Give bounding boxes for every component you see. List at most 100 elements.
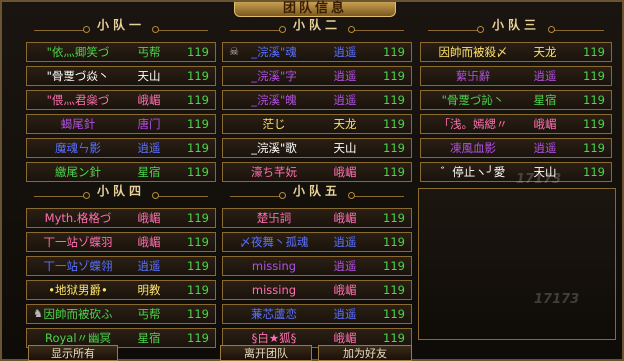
member-level: 119	[187, 117, 209, 131]
member-row[interactable]: 繳尾ン針 星宿 119	[26, 162, 216, 182]
member-level: 119	[383, 45, 405, 59]
member-level: 119	[383, 307, 405, 321]
member-sect: 明教	[137, 283, 161, 297]
member-level: 119	[187, 45, 209, 59]
member-sect: 峨嵋	[333, 283, 357, 297]
member-sect: 星宿	[137, 331, 161, 345]
member-name: Myth.格格づ	[44, 211, 112, 225]
member-row[interactable]: 魔魂ㄣ影 逍遥 119	[26, 138, 216, 158]
member-sect: 逍遥	[533, 69, 557, 83]
header-ornament	[152, 186, 208, 199]
team-panel-2: 小队二 ☠ _浣溪"魂 逍遥 119 _浣溪"字 逍遥 119 _浣溪"魄 逍遥 119 茫じ 天龙 11…	[222, 14, 412, 194]
member-row[interactable]: 丅一站ゾ蝶羽 峨嵋 119	[26, 232, 216, 252]
member-level: 119	[187, 165, 209, 179]
member-level: 119	[583, 93, 605, 107]
member-row[interactable]: missing 峨嵋 119	[222, 280, 412, 300]
member-row[interactable]: 〆夜舞丶孤魂 逍遥 119	[222, 232, 412, 252]
member-sect: 星宿	[137, 165, 161, 179]
member-row[interactable]: 茫じ 天龙 119	[222, 114, 412, 134]
header-ornament	[230, 186, 286, 199]
member-sect: 逍遥	[333, 45, 357, 59]
header-ornament	[230, 20, 286, 33]
member-row[interactable]: 凍風血影 逍遥 119	[420, 138, 612, 158]
watermark: 17173	[534, 292, 580, 307]
member-name: 因帥而被砍ふ	[43, 307, 113, 321]
member-level: 119	[187, 259, 209, 273]
member-name: 蝎尾針	[60, 117, 96, 131]
member-level: 119	[187, 235, 209, 249]
member-name: 凍風血影	[450, 141, 496, 155]
member-sect: 天山	[333, 141, 357, 155]
member-sect: 峨嵋	[333, 331, 357, 345]
member-level: 119	[383, 259, 405, 273]
team-panel-1: 小队一 "依灬卿笑づ 丐帮 119 "骨覂づ焱丶 天山 119 "偎灬君橤づ 峨嵋 119 蝎尾針唐…	[26, 14, 216, 194]
team-panel-3: 小队三 因帥而被殺〆 天龙 119 蕠卐辭 逍遥 119 "骨覂づ訫丶 星宿 119 「浅。嫣緦〃峨…	[420, 14, 612, 194]
member-row[interactable]: "骨覂づ焱丶 天山 119	[26, 66, 216, 86]
watermark: 17173	[516, 172, 562, 187]
member-name: 丅一站ゾ蝶羽	[43, 235, 113, 249]
member-level: 119	[187, 141, 209, 155]
member-name: 「浅。嫣緦〃	[438, 117, 508, 131]
member-row[interactable]: •地狱男爵• 明教 119	[26, 280, 216, 300]
member-row[interactable]: missing 逍遥 119	[222, 256, 412, 276]
member-row[interactable]: Myth.格格づ 峨嵋 119	[26, 208, 216, 228]
member-sect: 峨嵋	[137, 211, 161, 225]
header-ornament	[548, 20, 604, 33]
member-level: 119	[383, 93, 405, 107]
member-name: §白★狐§	[251, 331, 297, 345]
member-level: 119	[383, 165, 405, 179]
member-row[interactable]: 蕠卐辭 逍遥 119	[420, 66, 612, 86]
member-level: 119	[383, 141, 405, 155]
member-level: 119	[583, 141, 605, 155]
member-row[interactable]: 因帥而被殺〆 天龙 119	[420, 42, 612, 62]
member-level: 119	[383, 211, 405, 225]
header-ornament	[348, 186, 404, 199]
member-row[interactable]: "偎灬君橤づ 峨嵋 119	[26, 90, 216, 110]
member-row[interactable]: ☠ _浣溪"魂 逍遥 119	[222, 42, 412, 62]
leave-team-button[interactable]: 离开团队	[220, 345, 312, 361]
member-name: 因帥而被殺〆	[438, 45, 508, 59]
member-sect: 峨嵋	[137, 235, 161, 249]
add-friend-button[interactable]: 加为好友	[318, 345, 412, 361]
member-row[interactable]: "依灬卿笑づ 丐帮 119	[26, 42, 216, 62]
member-name: 丅一站ゾ蝶翎	[43, 259, 113, 273]
member-name: 茫じ	[262, 117, 286, 131]
member-sect: 天龙	[533, 45, 557, 59]
member-sect: 丐帮	[137, 307, 161, 321]
member-sect: 逍遥	[533, 141, 557, 155]
member-row[interactable]: _浣溪"魄 逍遥 119	[222, 90, 412, 110]
member-row[interactable]: 蝎尾針 唐门 119	[26, 114, 216, 134]
member-level: 119	[187, 69, 209, 83]
member-name: missing	[251, 283, 297, 297]
member-level: 119	[187, 93, 209, 107]
show-all-button[interactable]: 显示所有	[28, 345, 118, 361]
member-name: "偎灬君橤づ	[46, 93, 110, 107]
member-name: missing	[251, 259, 297, 273]
member-sect: 峨嵋	[533, 117, 557, 131]
member-row[interactable]: _浣溪"歌 天山 119	[222, 138, 412, 158]
member-row[interactable]: 濠ち芊妧 峨嵋 119	[222, 162, 412, 182]
member-level: 119	[383, 331, 405, 345]
member-level: 119	[383, 283, 405, 297]
member-sect: 逍遥	[333, 69, 357, 83]
member-row[interactable]: 楚卐詞 峨嵋 119	[222, 208, 412, 228]
member-row[interactable]: 丅一站ゾ蝶翎 逍遥 119	[26, 256, 216, 276]
member-row[interactable]: ♞ 因帥而被砍ふ 丐帮 119	[26, 304, 216, 324]
member-row[interactable]: 蒹芯蘆恋 逍遥 119	[222, 304, 412, 324]
member-row[interactable]: 「浅。嫣緦〃 峨嵋 119	[420, 114, 612, 134]
team-panel-4: 小队四 Myth.格格づ 峨嵋 119 丅一站ゾ蝶羽 峨嵋 119 丅一站ゾ蝶翎 逍遥 119 •地…	[26, 180, 216, 360]
member-level: 119	[583, 117, 605, 131]
member-level: 119	[383, 69, 405, 83]
member-name: "骨覂づ焱丶	[46, 69, 110, 83]
empty-team-slot	[418, 188, 616, 340]
member-name: 蕠卐辭	[455, 69, 491, 83]
member-sect: 天龙	[333, 117, 357, 131]
member-row[interactable]: _浣溪"字 逍遥 119	[222, 66, 412, 86]
member-name: 蒹芯蘆恋	[251, 307, 297, 321]
member-name: 楚卐詞	[256, 211, 292, 225]
member-sect: 逍遥	[333, 93, 357, 107]
header-ornament	[348, 20, 404, 33]
member-name: _浣溪"魂	[251, 45, 297, 59]
member-sect: 逍遥	[137, 259, 161, 273]
member-row[interactable]: "骨覂づ訫丶 星宿 119	[420, 90, 612, 110]
